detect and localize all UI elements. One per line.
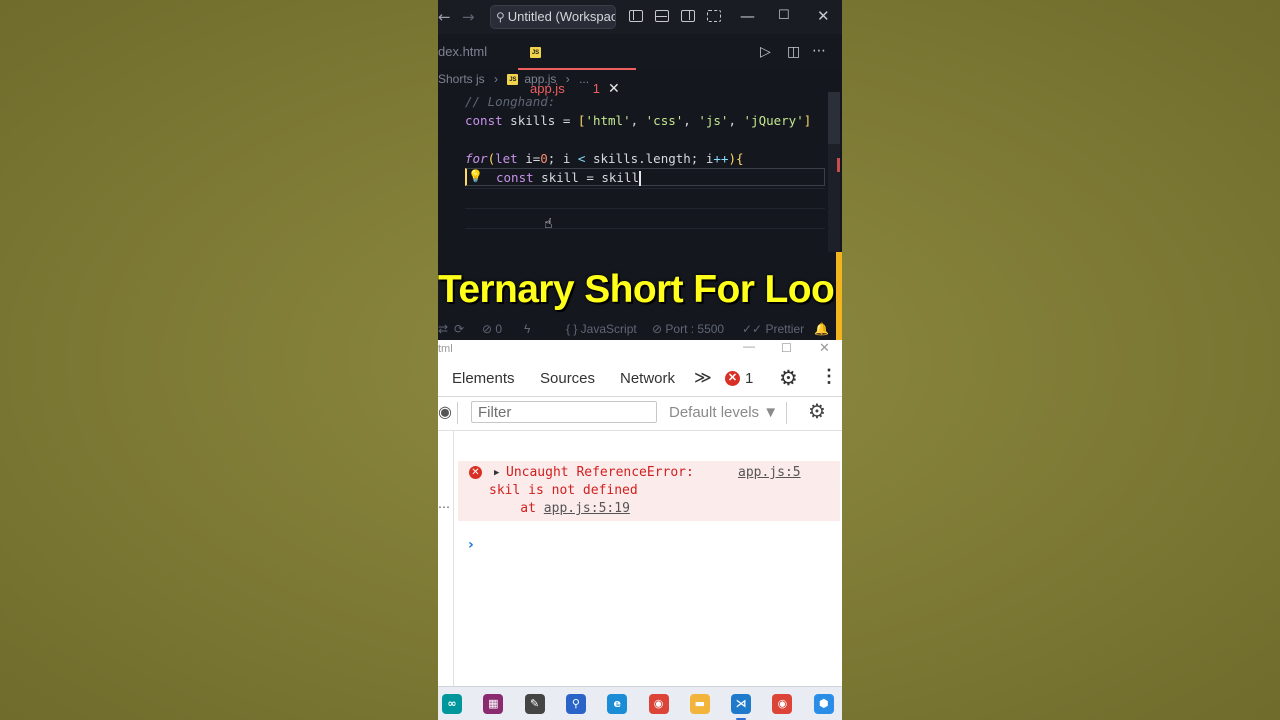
console-settings-gear-icon[interactable]: ⚙ bbox=[808, 399, 826, 424]
error-source-link[interactable]: app.js:5 bbox=[738, 465, 801, 480]
close-window-icon[interactable]: ✕ bbox=[819, 340, 830, 356]
customize-layout-icon[interactable] bbox=[707, 10, 721, 22]
editor-tabs: dex.html JSapp.js 1 ✕ ▷ ◫ ⋯ bbox=[438, 34, 842, 96]
window-title: tml bbox=[438, 343, 453, 355]
log-levels-dropdown[interactable]: Default levels ▼ bbox=[669, 404, 778, 421]
console-sidebar: … bbox=[438, 431, 454, 686]
javascript-file-icon: JS bbox=[530, 47, 541, 59]
settings-gear-icon[interactable]: ⚙ bbox=[779, 366, 798, 391]
title-bar: ← → ⚲ Untitled (Workspace — ☐ ✕ bbox=[438, 0, 842, 34]
toggle-secondary-sidebar-icon[interactable] bbox=[681, 10, 695, 22]
vscode-window: ← → ⚲ Untitled (Workspace — ☐ ✕ dex.html … bbox=[438, 0, 842, 340]
file-explorer-icon[interactable]: ▬ bbox=[689, 694, 710, 714]
prettier-status[interactable]: ✓✓ Prettier bbox=[742, 318, 804, 340]
tab-sources[interactable]: Sources bbox=[540, 370, 595, 387]
bell-icon[interactable]: 🔔 bbox=[814, 318, 829, 340]
error-icon[interactable]: ✕ bbox=[725, 371, 740, 386]
breadcrumb-folder[interactable]: Shorts js bbox=[438, 72, 485, 86]
search-icon: ⚲ bbox=[496, 10, 505, 24]
search-app-icon[interactable]: ⚲ bbox=[565, 694, 586, 714]
stack-trace-link[interactable]: app.js:5:19 bbox=[544, 501, 630, 516]
ports-indicator[interactable]: ⊘ 0 bbox=[482, 318, 502, 340]
javascript-file-icon: JS bbox=[507, 74, 519, 86]
console-error-message[interactable]: ✕ ▶ Uncaught ReferenceError: app.js:5 sk… bbox=[458, 461, 840, 521]
console-prompt[interactable]: › bbox=[468, 537, 474, 553]
tab-index-html[interactable]: dex.html bbox=[438, 34, 487, 70]
split-editor-icon[interactable]: ◫ bbox=[787, 44, 800, 60]
minimize-icon[interactable]: — bbox=[743, 339, 755, 353]
tab-network[interactable]: Network bbox=[620, 370, 675, 387]
error-detail: skil is not defined bbox=[489, 483, 638, 498]
lightning-icon[interactable]: ϟ bbox=[524, 318, 530, 340]
devtools-tabs: Elements Sources Network ≫ ✕ 1 ⚙ ⋮ bbox=[438, 362, 842, 397]
error-marker bbox=[837, 158, 840, 172]
run-icon[interactable]: ▷ bbox=[760, 44, 771, 60]
error-icon: ✕ bbox=[469, 466, 482, 479]
status-bar: ⇄ ⟳ ⊘ 0 ϟ { } JavaScript ⊘ Port : 5500 ✓… bbox=[438, 318, 842, 340]
editor-scrollbar[interactable] bbox=[828, 92, 840, 252]
toggle-primary-sidebar-icon[interactable] bbox=[629, 10, 643, 22]
edge-icon[interactable]: e bbox=[607, 694, 628, 714]
breadcrumb-symbol[interactable]: ... bbox=[579, 72, 589, 86]
close-window-icon[interactable]: ✕ bbox=[817, 7, 830, 25]
breadcrumb-separator: › bbox=[494, 72, 499, 86]
language-mode[interactable]: { } JavaScript bbox=[566, 318, 637, 340]
tab-elements[interactable]: Elements bbox=[452, 370, 515, 387]
eye-icon[interactable]: ◉ bbox=[438, 402, 452, 422]
chrome-2-icon[interactable]: ◉ bbox=[772, 694, 793, 714]
tab-label: dex.html bbox=[438, 44, 488, 59]
vscode-icon[interactable]: ⋊ bbox=[731, 694, 752, 720]
command-center-label: Untitled (Workspace bbox=[507, 9, 616, 24]
live-server-port[interactable]: ⊘ Port : 5500 bbox=[652, 318, 724, 340]
arduino-icon[interactable]: ∞ bbox=[442, 694, 462, 714]
breadcrumb: Shorts js › JS app.js › ... bbox=[438, 72, 595, 92]
video-overlay-title: Ternary Short For Loop bbox=[438, 268, 842, 311]
code-editor[interactable]: // Longhand: const skills = ['html', 'cs… bbox=[438, 92, 828, 252]
code-line-4: for(let i=0; i < skills.length; i++){ bbox=[465, 151, 744, 166]
more-actions-icon[interactable]: ⋯ bbox=[812, 43, 826, 59]
minimize-icon[interactable]: — bbox=[740, 7, 755, 25]
more-tabs-icon[interactable]: ≫ bbox=[694, 368, 712, 388]
console-toolbar: ◉ Default levels ▼ ⚙ bbox=[438, 396, 842, 431]
code-line-1: // Longhand: bbox=[465, 94, 556, 109]
remote-icon[interactable]: ⇄ bbox=[438, 318, 448, 340]
windows-taskbar: ∞ ▦ ✎ ⚲ e ◉ ▬ ⋊ ◉ ⬢ bbox=[438, 686, 842, 720]
code-line-5: const skill = skill bbox=[496, 170, 641, 186]
text-cursor bbox=[639, 171, 641, 186]
expand-triangle-icon[interactable]: ▶ bbox=[494, 468, 499, 478]
arrow-left-icon[interactable]: ← bbox=[438, 8, 451, 26]
filter-input[interactable] bbox=[471, 401, 657, 423]
stack-trace: at app.js:5:19 bbox=[489, 501, 630, 516]
sidebar-dots[interactable]: … bbox=[438, 497, 450, 511]
line-divider bbox=[465, 228, 825, 229]
store-icon[interactable]: ⬢ bbox=[813, 694, 834, 714]
scrollbar-thumb[interactable] bbox=[828, 92, 840, 144]
toggle-panel-icon[interactable] bbox=[655, 10, 669, 22]
console-output[interactable]: … ✕ ▶ Uncaught ReferenceError: app.js:5 … bbox=[438, 431, 842, 686]
error-count[interactable]: 1 bbox=[745, 370, 753, 387]
code-line-2: const skills = ['html', 'css', 'js', 'jQ… bbox=[465, 113, 812, 128]
pen-icon[interactable]: ✎ bbox=[524, 694, 545, 714]
tab-app-js[interactable]: JSapp.js 1 ✕ bbox=[518, 34, 636, 96]
line-divider bbox=[465, 208, 825, 209]
winrar-icon[interactable]: ▦ bbox=[483, 694, 504, 714]
maximize-icon[interactable]: ☐ bbox=[778, 8, 790, 23]
sync-icon[interactable]: ⟳ bbox=[454, 318, 464, 340]
command-center-search[interactable]: ⚲ Untitled (Workspace bbox=[490, 5, 616, 29]
breadcrumb-file[interactable]: app.js bbox=[524, 72, 556, 86]
lightbulb-icon[interactable]: 💡 bbox=[468, 169, 483, 183]
more-options-icon[interactable]: ⋮ bbox=[820, 366, 838, 387]
breadcrumb-separator: › bbox=[565, 72, 570, 86]
toolbar-separator bbox=[457, 402, 458, 424]
devtools-window: tml — ☐ ✕ Elements Sources Network ≫ ✕ 1… bbox=[438, 339, 842, 686]
toolbar-separator bbox=[786, 402, 787, 424]
error-title: Uncaught ReferenceError: bbox=[506, 465, 694, 480]
line-divider bbox=[465, 188, 825, 189]
maximize-icon[interactable]: ☐ bbox=[781, 341, 792, 355]
mouse-pointer-icon: ☝ bbox=[544, 216, 553, 232]
phone-frame: ← → ⚲ Untitled (Workspace — ☐ ✕ dex.html … bbox=[438, 0, 842, 720]
devtools-title-bar: tml — ☐ ✕ bbox=[438, 339, 842, 360]
chrome-icon[interactable]: ◉ bbox=[648, 694, 669, 714]
arrow-right-icon[interactable]: → bbox=[462, 8, 475, 26]
